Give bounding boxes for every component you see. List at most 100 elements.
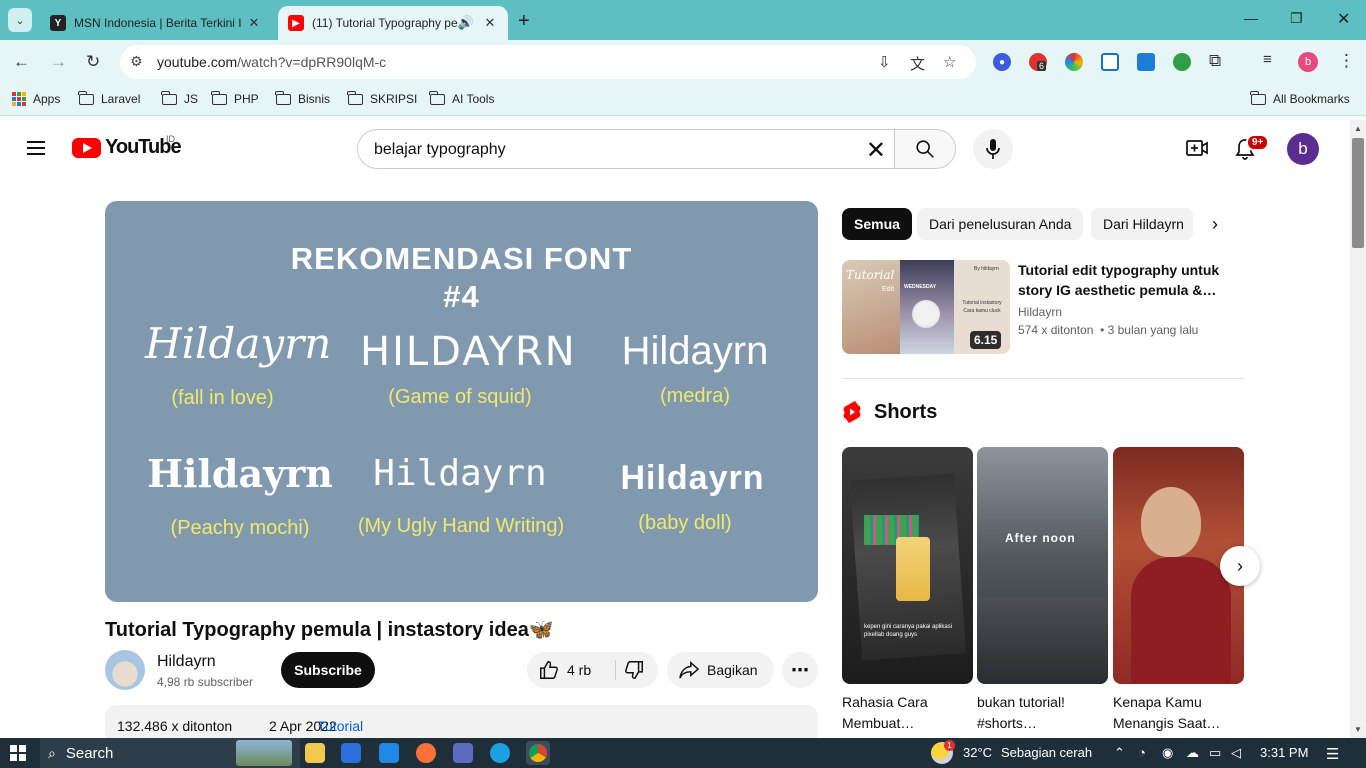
back-button[interactable]: ← xyxy=(13,52,30,72)
color-extension-icon[interactable] xyxy=(1065,53,1083,71)
voice-search-button[interactable] xyxy=(973,129,1013,169)
section-divider xyxy=(842,378,1244,379)
subscribe-button[interactable]: Subscribe xyxy=(281,652,375,688)
account-avatar[interactable]: b xyxy=(1287,133,1319,165)
scroll-down-icon[interactable]: ▼ xyxy=(1354,725,1362,734)
restore-button[interactable]: ❐ xyxy=(1290,10,1303,27)
recommended-title[interactable]: Tutorial edit typography untuk story IG … xyxy=(1018,260,1228,300)
media-control-icon[interactable]: ≡ xyxy=(1263,51,1272,68)
video-player[interactable]: REKOMENDASI FONT #4 Hildayrn (fall in lo… xyxy=(105,201,818,602)
all-bookmarks[interactable]: All Bookmarks xyxy=(1250,90,1350,106)
vpn-extension-icon[interactable] xyxy=(1173,53,1191,71)
forward-button[interactable]: → xyxy=(50,52,67,72)
more-actions-button[interactable]: ⋯ xyxy=(782,652,818,688)
like-button[interactable]: 4 rb xyxy=(527,652,615,688)
share-button[interactable]: Bagikan xyxy=(667,652,774,688)
edge-icon[interactable] xyxy=(490,743,510,763)
close-tab-icon[interactable]: ✕ xyxy=(482,15,498,31)
extensions-puzzle-icon[interactable]: ⧉ xyxy=(1209,51,1221,71)
temperature[interactable]: 32°C xyxy=(963,745,992,760)
profile-avatar[interactable]: b xyxy=(1298,52,1318,72)
scroll-up-icon[interactable]: ▲ xyxy=(1354,124,1362,133)
clock[interactable]: 3:31 PM xyxy=(1260,745,1308,760)
app-icon[interactable] xyxy=(453,743,473,763)
chip-dari-hildayrn[interactable]: Dari Hildayrn xyxy=(1091,208,1193,240)
taskbar-search[interactable]: ⌕ Search xyxy=(40,738,300,768)
new-tab-button[interactable]: + xyxy=(518,10,530,33)
address-bar[interactable]: ⚙ youtube.com/watch?v=dpRR90lqM-c ⇩ 文 ☆ xyxy=(120,45,976,79)
chevron-up-icon[interactable]: ⌃ xyxy=(1114,745,1125,761)
clipboard-extension-icon[interactable] xyxy=(1101,53,1119,71)
volume-icon[interactable]: ◁ xyxy=(1231,745,1241,761)
short-title[interactable]: bukan tutorial! #shorts… xyxy=(977,692,1108,734)
notification-center-icon[interactable]: ☰ xyxy=(1326,745,1339,763)
short-card-2[interactable]: After noon xyxy=(977,447,1108,684)
search-button[interactable] xyxy=(894,129,956,169)
microsoft-store-icon[interactable] xyxy=(341,743,361,763)
weather-text[interactable]: Sebagian cerah xyxy=(1001,745,1092,760)
short-title[interactable]: Rahasia Cara Membuat… xyxy=(842,692,973,734)
chip-semua[interactable]: Semua xyxy=(842,208,912,240)
subscriber-count: 4,98 rb subscriber xyxy=(157,675,254,689)
url-text[interactable]: youtube.com/watch?v=dpRR90lqM-c xyxy=(157,54,386,70)
chip-dari-penelusuran[interactable]: Dari penelusuran Anda xyxy=(917,208,1084,240)
tab-youtube[interactable]: ▶ (11) Tutorial Typography pe 🔊 ✕ xyxy=(278,6,508,40)
extension-1-icon[interactable]: ● xyxy=(993,53,1011,71)
file-explorer-icon[interactable] xyxy=(305,743,325,763)
firefox-icon[interactable] xyxy=(416,743,436,763)
bookmark-folder-js[interactable]: JS xyxy=(161,90,198,106)
search-input[interactable]: belajar typography ✕ xyxy=(357,129,895,169)
windows-start-icon[interactable] xyxy=(10,745,26,761)
bookmark-folder-skripsi[interactable]: SKRIPSI xyxy=(347,90,417,106)
bookmark-folder-bisnis[interactable]: Bisnis xyxy=(275,90,330,106)
speaker-icon[interactable]: 🔊 xyxy=(458,15,474,31)
hamburger-menu-icon[interactable] xyxy=(27,141,45,155)
short-card-1[interactable]: kepen gini caranya pakai aplikasi pixell… xyxy=(842,447,973,684)
chips-next-icon[interactable]: › xyxy=(1212,214,1218,235)
adblock-extension-icon[interactable]: 6 xyxy=(1029,53,1047,71)
search-query[interactable]: belajar typography xyxy=(374,141,506,159)
youtube-logo[interactable]: YouTube xyxy=(72,136,182,159)
bookmark-apps[interactable]: Apps xyxy=(12,92,60,106)
channel-avatar[interactable] xyxy=(105,650,145,690)
font-sample: Hildayrn xyxy=(621,329,769,373)
chrome-taskbar-button[interactable] xyxy=(526,741,550,765)
recommended-channel[interactable]: Hildayrn xyxy=(1018,305,1062,319)
short-title[interactable]: Kenapa Kamu Menangis Saat… xyxy=(1113,692,1244,734)
dislike-button[interactable] xyxy=(616,652,658,688)
thumb-text: Cara kamu cluck xyxy=(963,308,1001,314)
channel-name[interactable]: Hildayrn xyxy=(157,653,216,671)
mail-icon[interactable] xyxy=(379,743,399,763)
thumbnail-subheading: #4 xyxy=(443,279,480,314)
create-video-button[interactable] xyxy=(1186,139,1208,157)
page-scrollbar[interactable]: ▲ ▼ xyxy=(1350,120,1366,738)
thumb-text: Tutorial xyxy=(846,268,895,282)
camera-icon[interactable]: ◉ xyxy=(1162,745,1173,761)
bookmark-folder-ai-tools[interactable]: AI Tools xyxy=(429,90,494,106)
install-app-icon[interactable]: ⇩ xyxy=(878,53,891,71)
clear-search-icon[interactable]: ✕ xyxy=(866,136,886,165)
folder-icon xyxy=(429,90,445,105)
font-caption: (fall in love) xyxy=(171,387,274,409)
translate-icon[interactable]: 文 xyxy=(910,53,925,74)
sync-off-icon[interactable]: ☁ xyxy=(1186,745,1199,761)
menu-kebab-icon[interactable]: ⋮ xyxy=(1338,51,1355,71)
close-window-button[interactable]: ✕ xyxy=(1337,9,1350,29)
bookmark-star-icon[interactable]: ☆ xyxy=(943,53,956,71)
edit-extension-icon[interactable] xyxy=(1137,53,1155,71)
shorts-next-button[interactable]: › xyxy=(1220,546,1260,586)
bookmark-folder-php[interactable]: PHP xyxy=(211,90,259,106)
minimize-button[interactable]: — xyxy=(1244,10,1258,26)
recommended-views: 574 x ditonton xyxy=(1018,323,1094,337)
close-tab-icon[interactable]: ✕ xyxy=(246,15,262,31)
bookmark-folder-laravel[interactable]: Laravel xyxy=(78,90,140,106)
battery-icon[interactable]: ▭ xyxy=(1209,745,1221,761)
site-info-icon[interactable]: ⚙ xyxy=(130,53,143,70)
tab-msn[interactable]: Y MSN Indonesia | Berita Terkini I ✕ xyxy=(40,6,272,40)
network-icon[interactable]: ◔ xyxy=(1138,745,1146,760)
tab-search-button[interactable]: ⌄ xyxy=(8,8,32,32)
scrollbar-thumb[interactable] xyxy=(1352,138,1364,248)
reload-button[interactable]: ↻ xyxy=(86,52,100,72)
youtube-play-icon xyxy=(72,137,101,158)
hashtag-link[interactable]: Tutorial xyxy=(317,718,363,734)
